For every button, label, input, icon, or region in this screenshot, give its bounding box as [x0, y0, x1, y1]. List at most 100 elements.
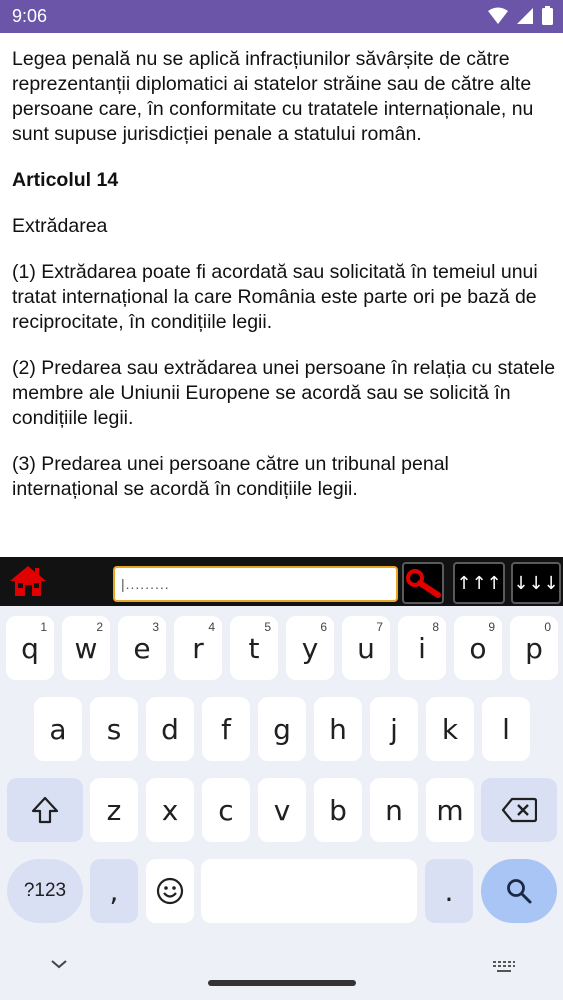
key-b[interactable]: b [314, 778, 362, 842]
battery-icon [542, 6, 553, 25]
key-label: x [161, 793, 179, 827]
key-label: n [385, 793, 403, 827]
key-c[interactable]: c [202, 778, 250, 842]
search-toolbar: ↑↑↑ ↓↓↓ [0, 557, 563, 606]
signal-icon [517, 7, 533, 24]
search-input[interactable] [113, 566, 398, 602]
status-icons [488, 6, 553, 25]
key-p[interactable]: p0 [510, 616, 558, 680]
key-label: u [357, 631, 375, 665]
key-label: f [221, 712, 231, 746]
key-label: s [106, 712, 122, 746]
status-time: 9:06 [12, 6, 48, 26]
soft-keyboard: ?123 , . q1w2e3r4t5y6u7i8o9p0asdfghjklzx… [0, 606, 563, 1000]
key-hint: 0 [544, 620, 551, 634]
key-e[interactable]: e3 [118, 616, 166, 680]
emoji-icon [156, 877, 184, 905]
key-label: q [21, 631, 39, 665]
key-f[interactable]: f [202, 697, 250, 761]
key-label: g [273, 712, 291, 746]
key-n[interactable]: n [370, 778, 418, 842]
key-label: y [301, 631, 319, 665]
comma-key-label: , [109, 874, 119, 908]
key-hint: 2 [96, 620, 103, 634]
key-i[interactable]: i8 [398, 616, 446, 680]
key-label: m [436, 793, 464, 827]
key-q[interactable]: q1 [6, 616, 54, 680]
previous-match-button[interactable]: ↑↑↑ [453, 562, 505, 604]
shift-key[interactable] [7, 778, 83, 842]
key-u[interactable]: u7 [342, 616, 390, 680]
key-k[interactable]: k [426, 697, 474, 761]
key-a[interactable]: a [34, 697, 82, 761]
article-paragraph: (2) Predarea sau extrădarea unei persoan… [12, 357, 556, 429]
article-paragraph: Legea penală nu se aplică infracțiunilor… [12, 48, 534, 145]
key-label: r [192, 631, 204, 665]
shift-icon [31, 796, 59, 824]
key-hint: 6 [320, 620, 327, 634]
home-icon [10, 566, 46, 596]
space-key[interactable] [201, 859, 417, 923]
key-w[interactable]: w2 [62, 616, 110, 680]
search-action-key[interactable] [481, 859, 557, 923]
article-paragraph: Extrădarea [12, 215, 108, 237]
gesture-home-pill[interactable] [208, 980, 356, 986]
article-heading: Articolul 14 [12, 169, 119, 191]
key-label: z [106, 793, 122, 827]
key-label: o [469, 631, 487, 665]
key-r[interactable]: r4 [174, 616, 222, 680]
key-label: e [133, 631, 151, 665]
key-label: v [273, 793, 291, 827]
key-t[interactable]: t5 [230, 616, 278, 680]
up-arrows-label: ↑↑↑ [456, 572, 502, 594]
key-g[interactable]: g [258, 697, 306, 761]
key-label: a [49, 712, 67, 746]
key-s[interactable]: s [90, 697, 138, 761]
key-label: k [441, 712, 459, 746]
key-hint: 3 [152, 620, 159, 634]
key-label: c [218, 793, 234, 827]
key-v[interactable]: v [258, 778, 306, 842]
key-l[interactable]: l [482, 697, 530, 761]
key-y[interactable]: y6 [286, 616, 334, 680]
magnifier-icon [406, 569, 441, 598]
key-label: t [248, 631, 260, 665]
period-key-label: . [444, 874, 454, 908]
key-hint: 4 [208, 620, 215, 634]
wifi-icon [488, 7, 508, 24]
key-label: b [329, 793, 347, 827]
status-bar: 9:06 [0, 0, 563, 33]
key-hint: 1 [40, 620, 47, 634]
home-button[interactable] [8, 564, 50, 600]
symbols-key-label: ?123 [23, 880, 67, 901]
next-match-button[interactable]: ↓↓↓ [511, 562, 561, 604]
key-label: l [502, 712, 510, 746]
emoji-key[interactable] [146, 859, 194, 923]
key-z[interactable]: z [90, 778, 138, 842]
comma-key[interactable]: , [90, 859, 138, 923]
key-label: p [525, 631, 543, 665]
key-m[interactable]: m [426, 778, 474, 842]
search-icon [507, 879, 532, 904]
article-paragraph: (1) Extrădarea poate fi acordată sau sol… [12, 261, 538, 333]
key-x[interactable]: x [146, 778, 194, 842]
key-j[interactable]: j [370, 697, 418, 761]
key-d[interactable]: d [146, 697, 194, 761]
key-label: j [390, 712, 398, 746]
chevron-down-icon[interactable] [50, 958, 68, 970]
backspace-key[interactable] [481, 778, 557, 842]
key-hint: 9 [488, 620, 495, 634]
key-label: h [329, 712, 347, 746]
key-label: i [418, 631, 426, 665]
key-label: w [74, 631, 98, 665]
search-button[interactable] [402, 562, 444, 604]
article-paragraph: (3) Predarea unei persoane către un trib… [12, 453, 449, 500]
key-h[interactable]: h [314, 697, 362, 761]
keyboard-switch-icon[interactable] [492, 960, 516, 974]
key-label: d [161, 712, 179, 746]
key-o[interactable]: o9 [454, 616, 502, 680]
key-hint: 7 [376, 620, 383, 634]
backspace-icon [501, 797, 537, 823]
symbols-key[interactable]: ?123 [7, 859, 83, 923]
period-key[interactable]: . [425, 859, 473, 923]
